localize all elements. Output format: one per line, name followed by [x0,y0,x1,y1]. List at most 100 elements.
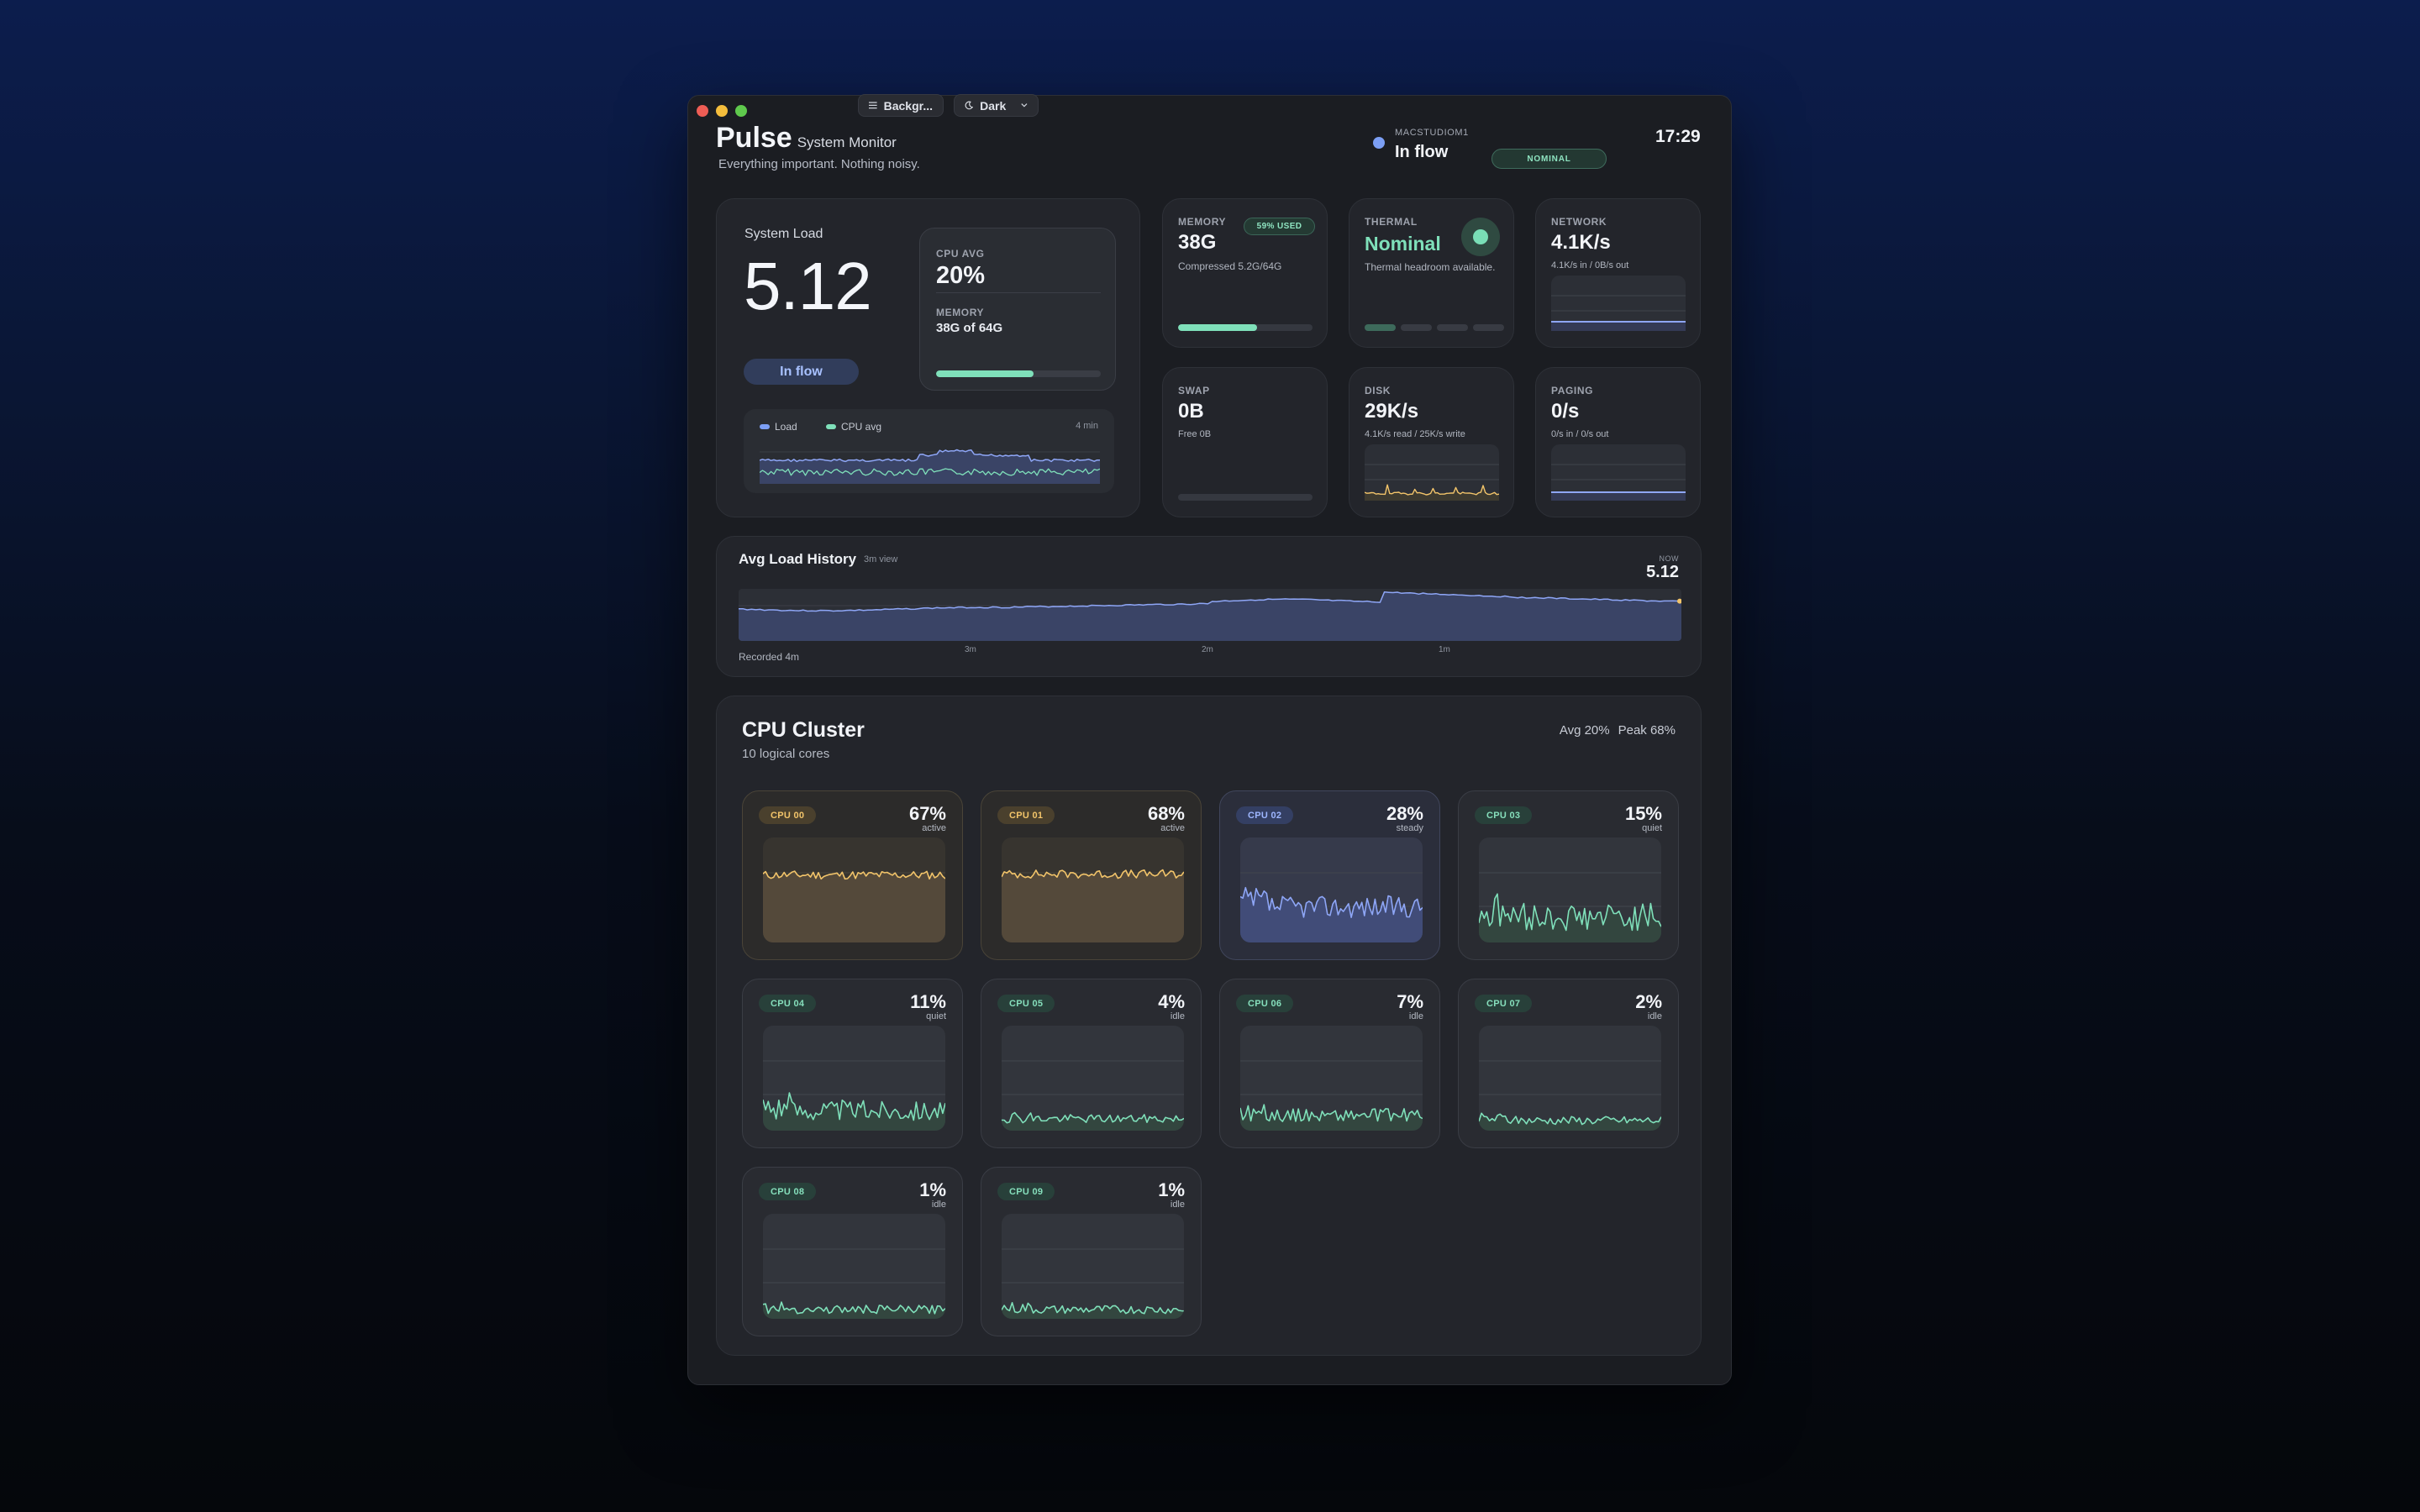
cpu-core-badge: CPU 04 [759,995,817,1012]
paging-sparkline-chart [1551,464,1686,501]
cpu-core-state: idle [1170,1011,1185,1021]
cpu-core-card[interactable]: CPU 00 67% active [742,790,963,960]
cpu-core-badge: CPU 03 [1475,806,1533,824]
cpu-avg-label: CPU AVG [936,248,985,260]
history-recorded: Recorded 4m [739,651,800,663]
memory-progress [936,370,1101,377]
host-name: MACSTUDIOM1 [1395,128,1469,138]
thermal-level-segment [1473,324,1504,331]
close-button[interactable] [697,105,708,117]
thermal-level-segment [1401,324,1432,331]
cpu-core-card[interactable]: CPU 07 2% idle [1458,979,1679,1148]
sparkline-window: 4 min [1076,421,1098,431]
thermal-tile-desc: Thermal headroom available. [1365,261,1496,273]
chevron-down-icon [1021,103,1028,108]
theme-select[interactable]: Dark [954,94,1039,117]
memory-tile-desc: Compressed 5.2G/64G [1178,260,1282,272]
memory-tile-progress-fill [1178,324,1258,331]
history-title: Avg Load History [739,551,857,567]
history-now-label: NOW [1659,554,1679,563]
menu-icon [869,102,877,109]
cpu-core-card[interactable]: CPU 02 28% steady [1219,790,1440,960]
cpu-core-chart [1240,1026,1423,1131]
history-tick: 1m [1439,645,1450,654]
cpu-core-state: idle [931,1200,946,1210]
load-sparkline: Load CPU avg 4 min [744,409,1114,493]
clock: 17:29 [1655,127,1701,146]
background-button[interactable]: Backgr... [858,94,944,117]
cpu-core-area [1002,869,1184,942]
cpu-core-card[interactable]: CPU 06 7% idle [1219,979,1440,1148]
cpu-core-card[interactable]: CPU 03 15% quiet [1458,790,1679,960]
cpu-core-chart [763,1214,945,1319]
cpu-core-card[interactable]: CPU 05 4% idle [981,979,1202,1148]
app-name: Pulse [716,122,792,154]
minimize-button[interactable] [716,105,728,117]
host-status-dot [1373,137,1385,149]
disk-tile[interactable]: DISK 29K/s 4.1K/s read / 25K/s write [1349,367,1514,517]
cluster-stats: Avg 20% Peak 68% [1560,723,1676,738]
history-tick: 2m [1202,645,1213,654]
memory-progress-fill [936,370,1034,377]
cpu-core-chart-svg [1479,1060,1661,1131]
cpu-core-chart-svg [1002,1248,1184,1319]
cpu-core-chart-svg [1240,872,1423,942]
cpu-core-state: steady [1396,823,1423,833]
cpu-core-state: quiet [926,1011,946,1021]
paging-tile-desc: 0/s in / 0/s out [1551,429,1609,439]
cpu-core-state: idle [1408,1011,1423,1021]
history-chart[interactable] [739,589,1681,641]
legend-cpu: CPU avg [826,421,881,433]
cpu-core-state: idle [1647,1011,1662,1021]
memory-tile[interactable]: MEMORY 59% USED 38G Compressed 5.2G/64G [1162,198,1328,348]
history-now-value: 5.12 [1646,563,1679,581]
legend-load-label: Load [775,421,797,433]
cpu-core-badge: CPU 08 [759,1183,817,1200]
load-area [760,449,1100,484]
cpu-core-chart-svg [1479,872,1661,942]
network-tile[interactable]: NETWORK 4.1K/s 4.1K/s in / 0B/s out [1535,198,1701,348]
disk-sparkline-chart [1365,464,1499,501]
cpu-core-chart [763,837,945,942]
cpu-core-card[interactable]: CPU 01 68% active [981,790,1202,960]
cpu-core-chart [1479,1026,1661,1131]
background-button-label: Backgr... [883,98,933,113]
cpu-core-card[interactable]: CPU 09 1% idle [981,1167,1202,1336]
cpu-core-badge: CPU 01 [997,806,1055,824]
legend-load: Load [760,421,797,433]
cpu-core-state: idle [1170,1200,1185,1210]
cpu-core-percent: 11% [910,991,946,1012]
cpu-core-area [1479,1113,1661,1131]
memory-label: MEMORY [936,307,985,318]
cpu-avg-value: 20% [936,262,986,289]
cpu-core-percent: 1% [1158,1179,1185,1200]
cpu-core-card[interactable]: CPU 08 1% idle [742,1167,963,1336]
memory-tile-value: 38G [1178,231,1217,254]
memory-tile-progress [1178,324,1313,331]
cpu-core-chart [1240,837,1423,942]
paging-sparkline [1551,444,1686,501]
cpu-core-badge: CPU 00 [759,806,817,824]
system-load-state: In flow [744,359,859,385]
cpu-core-chart-svg [763,1060,945,1131]
disk-tile-desc: 4.1K/s read / 25K/s write [1365,429,1465,439]
cpu-core-percent: 68% [1147,803,1185,824]
paging-tile[interactable]: PAGING 0/s 0/s in / 0/s out [1535,367,1701,517]
swap-tile-value: 0B [1178,400,1204,423]
cpu-core-chart [1002,837,1184,942]
cpu-memory-summary: CPU AVG 20% MEMORY 38G of 64G [919,228,1116,391]
memory-value: 38G of 64G [936,321,1003,335]
thermal-tile-value: Nominal [1365,233,1441,255]
swap-tile[interactable]: SWAP 0B Free 0B [1162,367,1328,517]
paging-tile-value: 0/s [1551,400,1580,423]
cpu-core-chart-svg [1002,869,1184,942]
thermal-tile-label: THERMAL [1365,216,1418,228]
thermal-indicator-icon [1461,218,1500,256]
zoom-button[interactable] [735,105,747,117]
thermal-level-segment [1437,324,1468,331]
cpu-core-card[interactable]: CPU 04 11% quiet [742,979,963,1148]
swap-tile-desc: Free 0B [1178,429,1212,439]
thermal-tile[interactable]: THERMAL Nominal Thermal headroom availab… [1349,198,1514,348]
cpu-core-badge: CPU 07 [1475,995,1533,1012]
cpu-core-state: active [1160,823,1185,833]
